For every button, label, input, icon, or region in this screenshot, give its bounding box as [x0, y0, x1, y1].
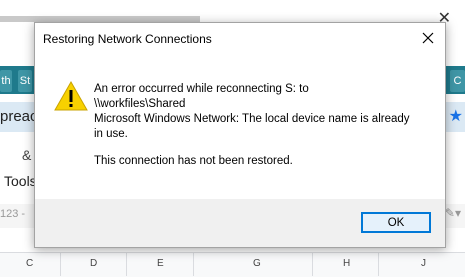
- bg-menu-glyph-icon: &: [22, 147, 32, 163]
- bookmark-star-icon[interactable]: ★: [449, 106, 463, 126]
- bg-column-j[interactable]: J: [421, 258, 426, 269]
- bg-column-c[interactable]: C: [26, 258, 33, 269]
- bg-number-format[interactable]: 123 -: [0, 208, 25, 220]
- message-line-1: An error occurred while reconnecting S: …: [94, 83, 309, 95]
- error-message: An error occurred while reconnecting S: …: [94, 82, 434, 169]
- bg-column-d[interactable]: D: [90, 258, 97, 269]
- ok-button[interactable]: OK: [361, 212, 431, 233]
- bg-column-g[interactable]: G: [253, 258, 261, 269]
- dialog-footer: OK: [35, 199, 445, 247]
- bg-tools-menu[interactable]: Tools: [4, 173, 37, 189]
- message-line-5: This connection has not been restored.: [94, 155, 293, 167]
- bg-col-divider: [312, 252, 313, 276]
- bg-address-text: preac: [0, 108, 38, 125]
- restoring-connections-dialog: Restoring Network Connections An error o…: [34, 22, 446, 248]
- close-icon: [422, 32, 434, 44]
- bg-column-header-row: [0, 252, 465, 277]
- message-line-3: Microsoft Windows Network: The local dev…: [94, 113, 410, 125]
- bg-col-divider: [126, 252, 127, 276]
- warning-icon: [54, 81, 88, 111]
- message-line-4: in use.: [94, 128, 128, 140]
- bg-col-divider: [60, 252, 61, 276]
- dialog-title: Restoring Network Connections: [43, 32, 212, 46]
- bg-pen-icon[interactable]: ✎▾: [445, 206, 461, 220]
- bg-tab-st[interactable]: St: [18, 70, 32, 92]
- bg-col-divider: [378, 252, 379, 276]
- bg-tab-left[interactable]: th: [0, 70, 12, 92]
- close-button[interactable]: [415, 26, 441, 50]
- bg-column-e[interactable]: E: [157, 258, 164, 269]
- bg-tab-right[interactable]: C: [450, 70, 465, 92]
- bg-column-h[interactable]: H: [343, 258, 350, 269]
- bg-col-divider: [193, 252, 194, 276]
- message-line-2: \\workfiles\Shared: [94, 98, 186, 110]
